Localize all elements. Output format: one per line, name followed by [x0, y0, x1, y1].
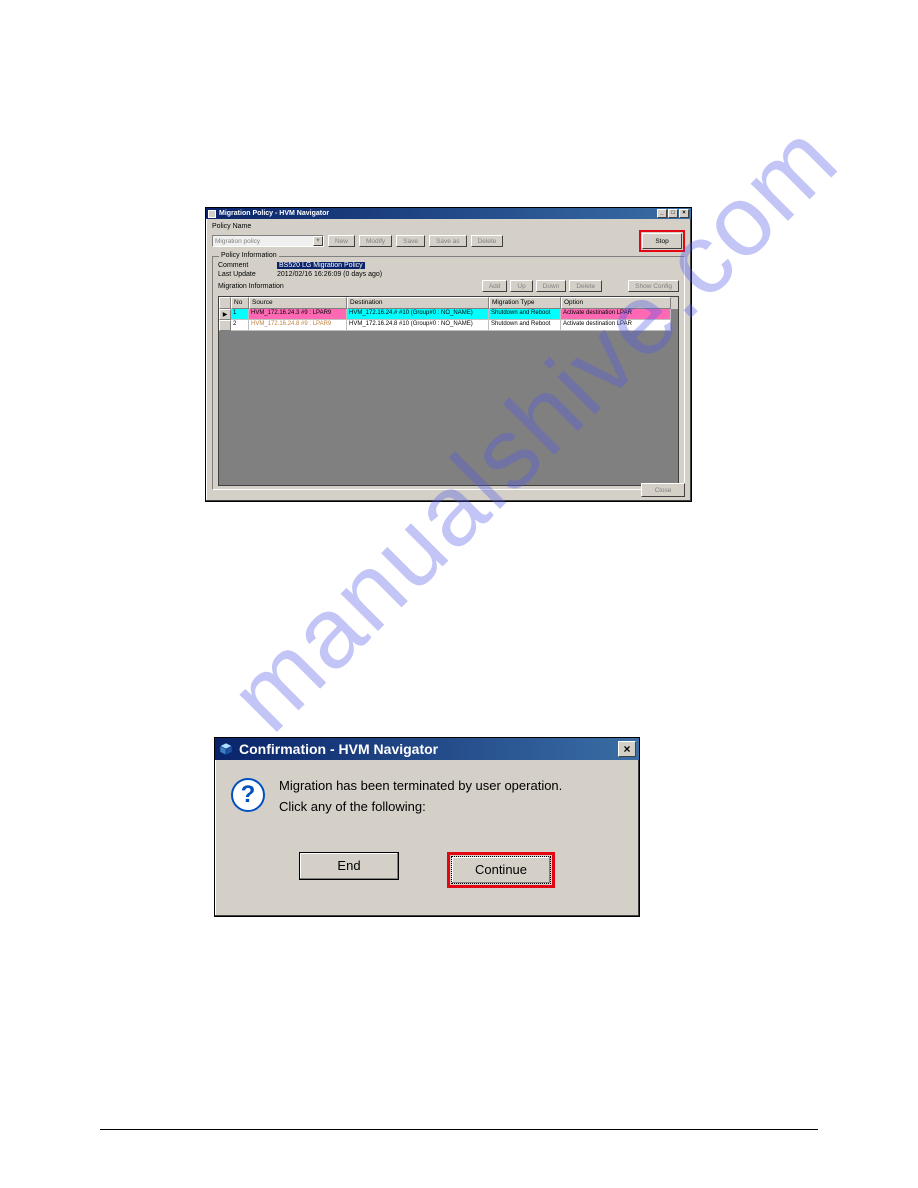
dialog-title: Confirmation - HVM Navigator [239, 741, 438, 757]
question-icon: ? [231, 778, 265, 812]
policy-info-legend: Policy Information [219, 252, 279, 259]
cell-migtype: Shutdown and Reboot [489, 320, 561, 331]
last-update-label: Last Update [218, 271, 273, 278]
cell-option: Activate destination LPAR [561, 320, 671, 331]
cell-migtype: Shutdown and Reboot [489, 309, 561, 320]
minimize-button[interactable]: _ [657, 209, 667, 218]
dialog-message: Migration has been terminated by user op… [279, 776, 562, 818]
window-titlebar: Migration Policy - HVM Navigator _ □ × [206, 208, 691, 219]
continue-button-highlight: Continue [447, 852, 555, 888]
stop-button[interactable]: Stop [642, 233, 682, 249]
chevron-down-icon[interactable]: ▾ [313, 236, 323, 246]
policy-information-fieldset: Policy Information Comment BS520 LG Migr… [212, 256, 685, 490]
cell-destination: HVM_172.16.24.# #10 (Group#0 : NO_NAME) [347, 309, 489, 320]
row-selector-icon: ▶ [219, 309, 231, 320]
grid-header-migtype: Migration Type [489, 297, 561, 309]
dialog-message-line1: Migration has been terminated by user op… [279, 776, 562, 797]
window-title: Migration Policy - HVM Navigator [219, 210, 329, 217]
maximize-button[interactable]: □ [668, 209, 678, 218]
save-button[interactable]: Save [396, 235, 425, 247]
app-icon [208, 210, 216, 218]
row-selector-icon [219, 320, 231, 331]
dialog-titlebar: Confirmation - HVM Navigator × [215, 738, 639, 760]
modify-button[interactable]: Modify [359, 235, 392, 247]
policy-name-value: Migration policy [215, 238, 260, 245]
cell-option: Activate destination LPAR [561, 309, 671, 320]
confirmation-dialog: Confirmation - HVM Navigator × ? Migrati… [214, 737, 640, 917]
continue-button[interactable]: Continue [451, 856, 551, 884]
policy-name-label: Policy Name [212, 223, 685, 230]
cell-destination: HVM_172.16.24.8 #10 (Group#0 : NO_NAME) [347, 320, 489, 331]
grid-header-selector [219, 297, 231, 309]
migration-grid: No Source Destination Migration Type Opt… [218, 296, 679, 486]
add-button[interactable]: Add [482, 280, 508, 292]
end-button[interactable]: End [299, 852, 399, 880]
up-button[interactable]: Up [510, 280, 532, 292]
cube-icon [218, 741, 234, 757]
show-config-button[interactable]: Show Config [628, 280, 679, 292]
table-row[interactable]: 2 HVM_172.16.24.8 #9 : LPAR9 HVM_172.16.… [219, 320, 678, 331]
grid-header-row: No Source Destination Migration Type Opt… [219, 297, 678, 309]
comment-label: Comment [218, 262, 273, 269]
delete-button[interactable]: Delete [471, 235, 504, 247]
table-row[interactable]: ▶ 1 HVM_172.16.24.3 #9 : LPAR9 HVM_172.1… [219, 309, 678, 320]
comment-value: BS520 LG Migration Policy [277, 262, 365, 269]
dialog-close-button[interactable]: × [618, 741, 636, 757]
grid-header-no: No [231, 297, 249, 309]
policy-name-combobox[interactable]: Migration policy ▾ [212, 235, 324, 247]
migration-info-label: Migration Information [218, 283, 308, 290]
dialog-message-line2: Click any of the following: [279, 797, 562, 818]
close-button[interactable]: × [679, 209, 689, 218]
page-horizontal-rule [100, 1129, 818, 1130]
cell-source: HVM_172.16.24.8 #9 : LPAR9 [249, 320, 347, 331]
new-button[interactable]: New [328, 235, 355, 247]
cell-no: 1 [231, 309, 249, 320]
grid-header-destination: Destination [347, 297, 489, 309]
stop-button-highlight: Stop [639, 230, 685, 252]
close-window-button[interactable]: Close [641, 483, 685, 497]
cell-no: 2 [231, 320, 249, 331]
migration-policy-window: Migration Policy - HVM Navigator _ □ × P… [205, 207, 692, 502]
last-update-value: 2012/02/16 16:26:09 (0 days ago) [277, 271, 382, 278]
down-button[interactable]: Down [536, 280, 567, 292]
mig-delete-button[interactable]: Delete [569, 280, 602, 292]
cell-source: HVM_172.16.24.3 #9 : LPAR9 [249, 309, 347, 320]
grid-header-source: Source [249, 297, 347, 309]
grid-header-option: Option [561, 297, 671, 309]
save-as-button[interactable]: Save as [429, 235, 467, 247]
